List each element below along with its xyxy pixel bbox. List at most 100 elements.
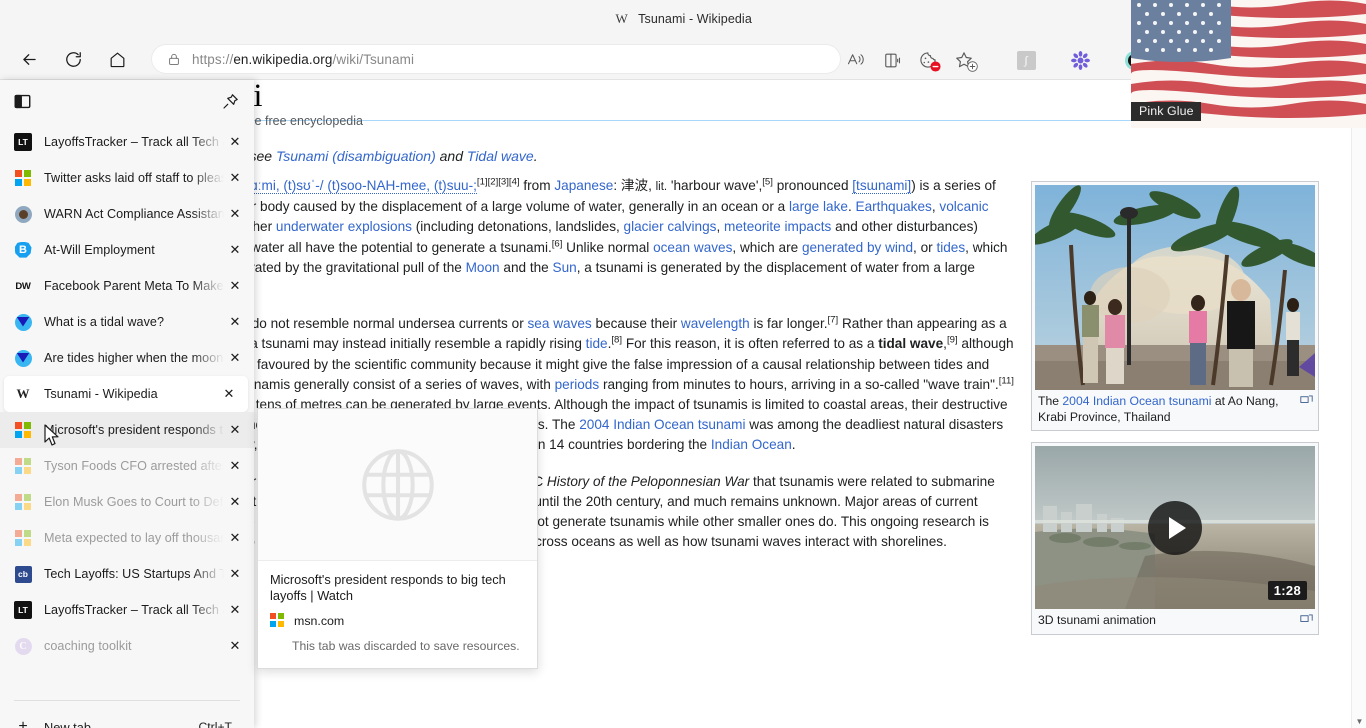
close-tab-button[interactable]: ✕ xyxy=(224,242,246,258)
extension-flower-icon[interactable] xyxy=(1062,45,1098,75)
tab-title: coaching toolkit xyxy=(44,639,132,653)
moon-link[interactable]: Moon xyxy=(466,260,500,275)
citation-6[interactable]: [6] xyxy=(552,238,563,249)
favicon-crunchbase-icon: cb xyxy=(14,565,32,583)
tab-item-layoffstracker-1[interactable]: LT LayoffsTracker – Track all Tech & ✕ xyxy=(0,124,254,160)
large-lake-link[interactable]: large lake xyxy=(789,199,848,214)
close-tab-button[interactable]: ✕ xyxy=(224,494,246,510)
cookies-blocked-icon[interactable] xyxy=(910,45,946,75)
periods-link[interactable]: periods xyxy=(555,377,600,392)
tab-item-warn-act[interactable]: WARN Act Compliance Assistanc ✕ xyxy=(0,196,254,232)
read-aloud-icon[interactable] xyxy=(838,45,874,75)
pronounced-text: pronounced xyxy=(772,178,853,193)
play-button[interactable] xyxy=(1148,500,1202,555)
tab-item-microsoft-president[interactable]: Microsoft's president responds t ✕ xyxy=(0,412,254,448)
tab-title: Tech Layoffs: US Startups And Te xyxy=(44,567,224,581)
close-tab-button[interactable]: ✕ xyxy=(224,134,246,150)
peloponnesian-war-title: History of the Peloponnesian War xyxy=(546,473,750,489)
close-tab-button[interactable]: ✕ xyxy=(224,638,246,654)
extension-grammar-icon[interactable]: ʃ xyxy=(1008,45,1044,75)
tab-title: Tyson Foods CFO arrested after xyxy=(44,459,224,473)
p2-t9: ranging from minutes to hours, arriving … xyxy=(599,376,999,392)
tab-item-coaching-toolkit[interactable]: C coaching toolkit ✕ xyxy=(0,628,254,664)
hatnote-conjunction: and xyxy=(435,148,467,164)
add-favorite-icon[interactable] xyxy=(946,45,982,75)
tab-title: Meta expected to lay off thousan xyxy=(44,531,224,545)
tide-link[interactable]: tide xyxy=(586,336,608,351)
hatnote-tidal-wave-link[interactable]: Tidal wave xyxy=(467,148,534,164)
close-tab-button[interactable]: ✕ xyxy=(224,566,246,582)
close-tab-button[interactable]: ✕ xyxy=(218,386,240,402)
close-tab-button[interactable]: ✕ xyxy=(224,350,246,366)
expand-video-icon[interactable] xyxy=(1300,613,1313,625)
citation-8[interactable]: [8] xyxy=(611,335,622,346)
tab-item-tsunami-wikipedia[interactable]: W Tsunami - Wikipedia ✕ xyxy=(4,376,248,412)
close-tab-button[interactable]: ✕ xyxy=(224,170,246,186)
generated-by-wind-link[interactable]: generated by wind xyxy=(802,240,913,255)
close-tab-button[interactable]: ✕ xyxy=(224,602,246,618)
back-button[interactable] xyxy=(14,44,44,74)
tab-title: Microsoft's president responds t xyxy=(44,423,223,437)
ipa-tsunami[interactable]: [tsɯnami] xyxy=(852,178,912,194)
citation-1-4[interactable]: [1][2][3][4] xyxy=(477,176,520,187)
flag-overlay-image[interactable]: Pink Glue xyxy=(1131,0,1366,128)
citation-5[interactable]: [5] xyxy=(762,176,773,187)
tab-title: LayoffsTracker – Track all Tech & xyxy=(44,135,224,149)
indian-ocean-link[interactable]: Indian Ocean xyxy=(711,437,792,452)
close-tab-button[interactable]: ✕ xyxy=(224,422,246,438)
sun-link[interactable]: Sun xyxy=(553,260,577,275)
immersive-reader-icon[interactable] xyxy=(874,45,910,75)
tab-item-meta-layoffs[interactable]: Meta expected to lay off thousan ✕ xyxy=(0,520,254,556)
close-tab-button[interactable]: ✕ xyxy=(224,530,246,546)
citation-9[interactable]: [9] xyxy=(947,335,958,346)
tab-item-tech-layoffs-startups[interactable]: cb Tech Layoffs: US Startups And Te ✕ xyxy=(0,556,254,592)
wavelength-link[interactable]: wavelength xyxy=(681,316,750,331)
tides-link[interactable]: tides xyxy=(936,240,965,255)
sea-waves-link[interactable]: sea waves xyxy=(528,316,592,331)
japanese-link[interactable]: Japanese xyxy=(554,178,613,193)
close-tab-button[interactable]: ✕ xyxy=(224,458,246,474)
meteorite-impacts-link[interactable]: meteorite impacts xyxy=(724,219,831,234)
collapse-pane-icon[interactable] xyxy=(14,93,31,115)
close-tab-button[interactable]: ✕ xyxy=(224,314,246,330)
caption-2004-link[interactable]: 2004 Indian Ocean tsunami xyxy=(1062,394,1211,408)
ocean-waves-link[interactable]: ocean waves xyxy=(653,240,732,255)
tab-title: Tsunami - Wikipedia xyxy=(44,387,158,401)
tab-item-facebook-meta[interactable]: DW Facebook Parent Meta To Make ✕ xyxy=(0,268,254,304)
underwater-explosions-link[interactable]: underwater explosions xyxy=(276,219,412,234)
earthquakes-link[interactable]: Earthquakes xyxy=(856,199,932,214)
favicon-layoffstracker-icon: LT xyxy=(14,133,32,151)
hatnote-disambiguation-link[interactable]: Tsunami (disambiguation) xyxy=(276,148,436,164)
scrollbar-down-arrow[interactable]: ▼ xyxy=(1352,717,1366,726)
video-thumbnail[interactable]: 1:28 xyxy=(1035,446,1315,609)
tab-item-at-will-employment[interactable]: B At-Will Employment ✕ xyxy=(0,232,254,268)
refresh-button[interactable] xyxy=(58,44,88,74)
close-tab-button[interactable]: ✕ xyxy=(224,206,246,222)
close-tab-button[interactable]: ✕ xyxy=(224,278,246,294)
tab-item-elon-musk-court[interactable]: Elon Musk Goes to Court to Defe ✕ xyxy=(0,484,254,520)
p1-t1: . xyxy=(847,199,856,215)
new-tab-button[interactable]: + New tab Ctrl+T xyxy=(0,707,254,728)
tab-item-tides-higher-moon[interactable]: Are tides higher when the moon ✕ xyxy=(0,340,254,376)
tab-item-layoffstracker-2[interactable]: LT LayoffsTracker – Track all Tech & ✕ xyxy=(0,592,254,628)
indian-ocean-tsunami-2004-link[interactable]: 2004 Indian Ocean tsunami xyxy=(579,417,745,432)
expand-image-icon[interactable] xyxy=(1300,394,1313,406)
citation-7[interactable]: [7] xyxy=(828,315,839,326)
preview-site: msn.com xyxy=(258,604,537,628)
video-duration: 1:28 xyxy=(1267,581,1307,600)
figure-photo-ao-nang[interactable] xyxy=(1035,185,1315,390)
citation-11[interactable]: [11] xyxy=(999,375,1014,386)
glacier-calvings-link[interactable]: glacier calvings xyxy=(624,219,717,234)
home-button[interactable] xyxy=(102,44,132,74)
page-scrollbar[interactable]: ▼ xyxy=(1351,80,1366,728)
address-bar[interactable]: https://en.wikipedia.org/wiki/Tsunami xyxy=(152,45,840,73)
tab-item-tyson-foods-cfo[interactable]: Tyson Foods CFO arrested after ✕ xyxy=(0,448,254,484)
p1-t11: and the xyxy=(499,259,553,275)
p1-t8: , which are xyxy=(732,239,802,255)
pin-pane-icon[interactable] xyxy=(221,92,240,116)
tab-title: LayoffsTracker – Track all Tech & xyxy=(44,603,224,617)
figure-3d-animation: 1:28 3D tsunami animation xyxy=(1031,442,1319,635)
tab-item-what-is-tidal-wave[interactable]: What is a tidal wave? ✕ xyxy=(0,304,254,340)
tab-item-twitter-layoffs[interactable]: Twitter asks laid off staff to pleas ✕ xyxy=(0,160,254,196)
preview-site-name: msn.com xyxy=(294,613,345,628)
